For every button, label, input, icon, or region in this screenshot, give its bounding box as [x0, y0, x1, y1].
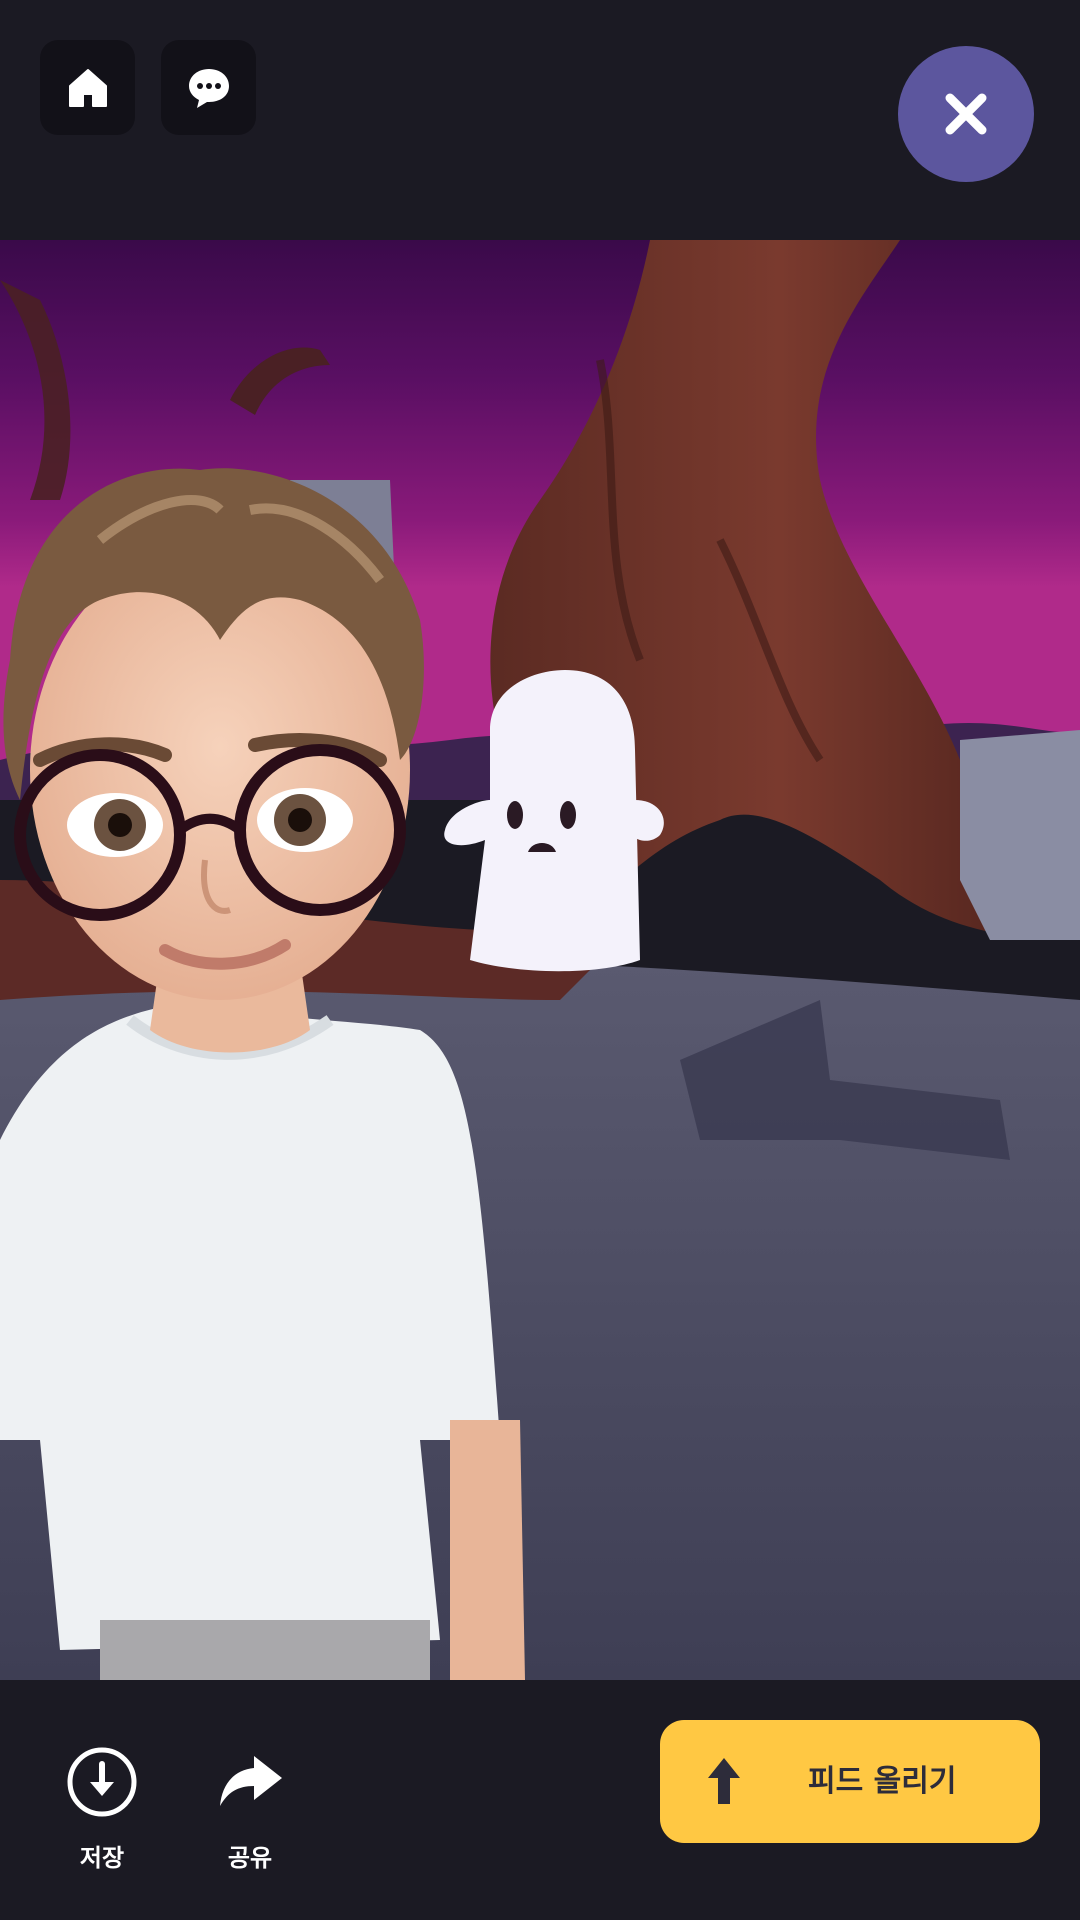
arrow-up-icon — [708, 1758, 740, 1804]
share-label: 공유 — [227, 1844, 273, 1872]
home-button[interactable] — [40, 40, 135, 135]
home-icon — [68, 68, 107, 107]
rocks — [960, 730, 1080, 940]
chat-button[interactable] — [161, 40, 256, 135]
post-to-feed-label: 피드 올리기 — [808, 1764, 957, 1799]
share-button[interactable]: 공유 — [190, 1746, 310, 1873]
close-button[interactable] — [898, 46, 1034, 182]
close-icon — [945, 93, 987, 135]
save-button[interactable]: 저장 — [42, 1746, 162, 1873]
save-label: 저장 — [79, 1844, 125, 1872]
chat-bubble-icon — [188, 68, 229, 108]
avatar-photo-preview — [0, 240, 1080, 1680]
post-to-feed-button[interactable]: 피드 올리기 — [660, 1720, 1040, 1843]
top-bar — [0, 0, 1080, 240]
share-arrow-icon — [220, 1756, 282, 1806]
bottom-bar: 저장 공유 피드 올리기 — [0, 1680, 1080, 1920]
download-icon — [67, 1747, 137, 1817]
